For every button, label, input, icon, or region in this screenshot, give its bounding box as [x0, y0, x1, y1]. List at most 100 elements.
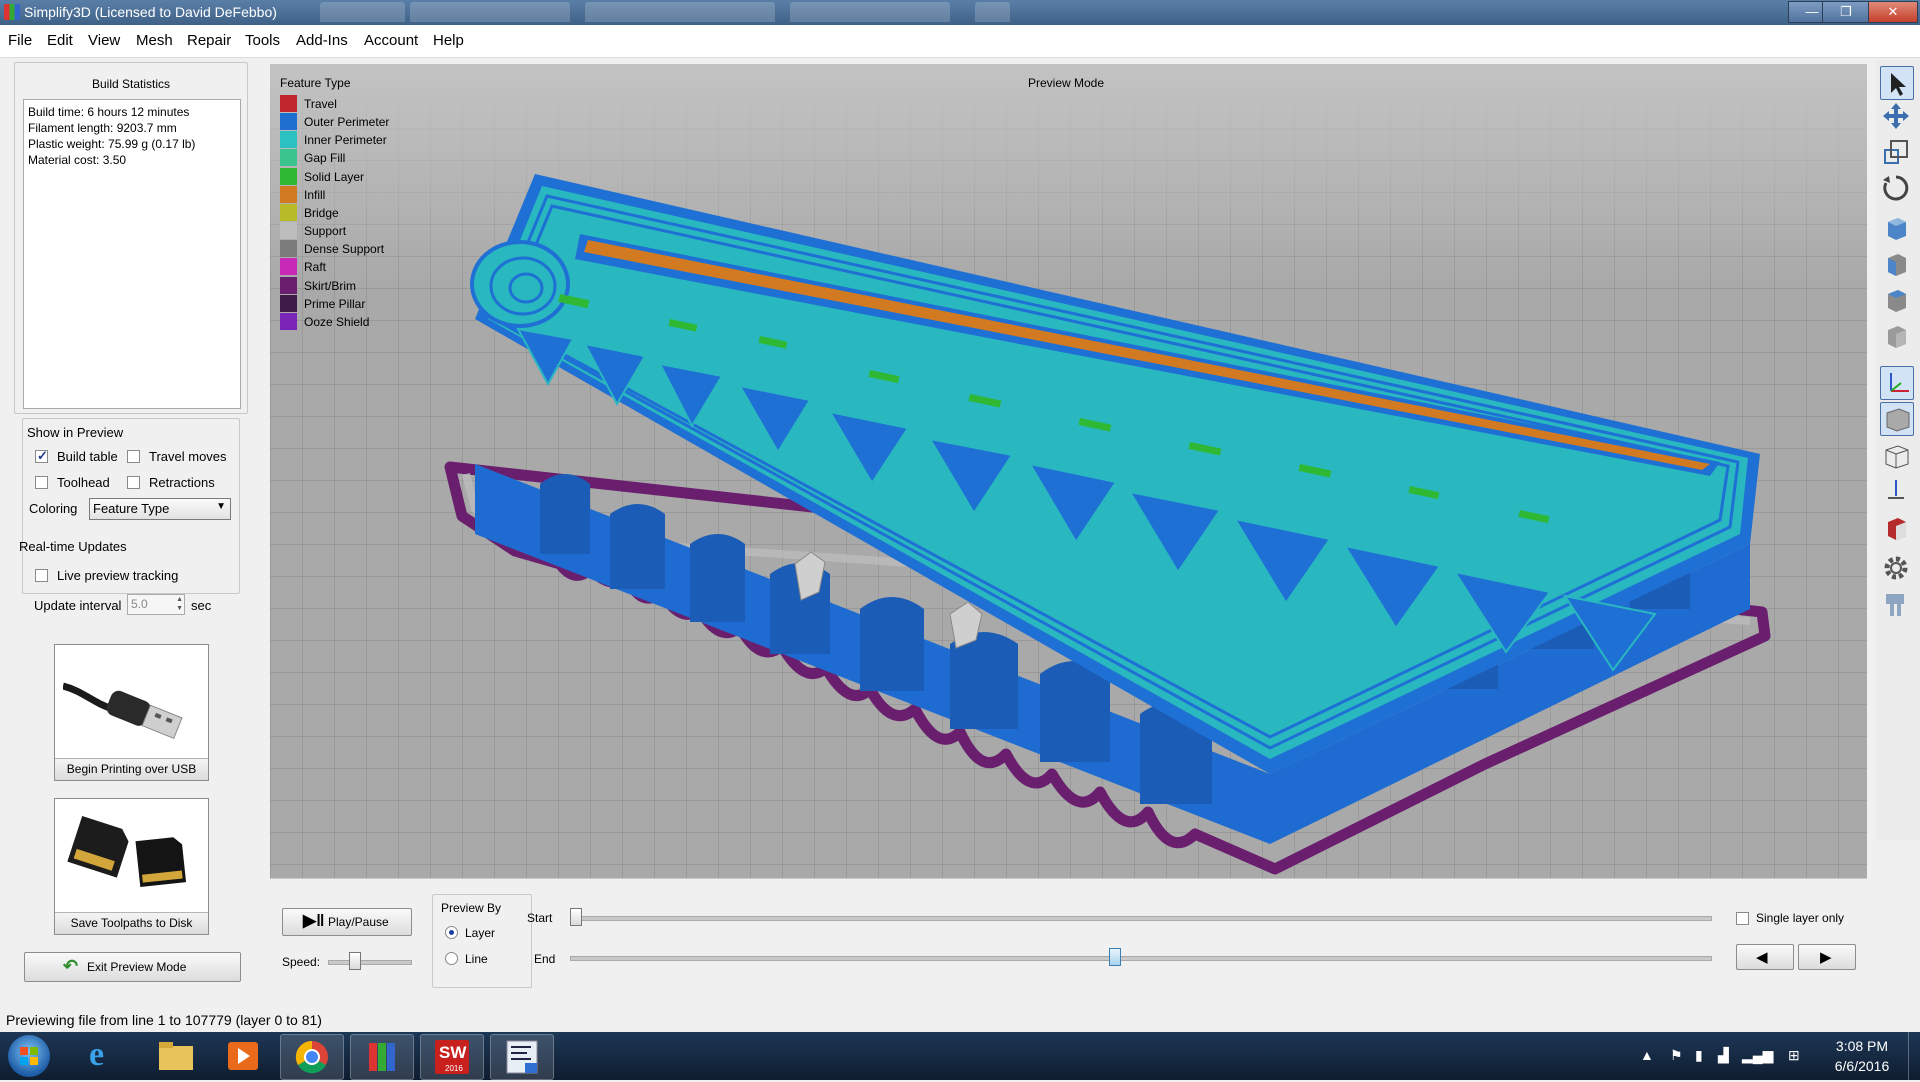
media-player-icon[interactable]	[212, 1034, 274, 1078]
clock-date[interactable]: 6/6/2016	[1828, 1058, 1896, 1074]
build-statistics-group: Build Statistics Build time: 6 hours 12 …	[14, 62, 248, 414]
status-bar: Previewing file from line 1 to 107779 (l…	[0, 1008, 1920, 1032]
live-preview-checkbox[interactable]	[35, 569, 48, 582]
retractions-checkbox[interactable]	[127, 476, 140, 489]
menu-help[interactable]: Help	[433, 32, 464, 49]
material-cost: Material cost: 3.50	[28, 153, 127, 167]
sd-card-icon	[67, 815, 187, 887]
start-slider[interactable]	[570, 916, 1712, 921]
show-in-preview-heading: Show in Preview	[27, 425, 124, 440]
menu-edit[interactable]: Edit	[47, 32, 73, 49]
end-label: End	[534, 952, 556, 966]
legend-label: Ooze Shield	[304, 314, 370, 329]
menu-file[interactable]: File	[8, 32, 32, 49]
maximize-button[interactable]: ❐	[1822, 1, 1870, 23]
menu-add-ins[interactable]: Add-Ins	[296, 32, 348, 49]
prev-arrow-icon: ◀	[1756, 949, 1768, 966]
save-toolpaths-button[interactable]: Save Toolpaths to Disk	[54, 798, 209, 935]
view-top-icon[interactable]	[1880, 284, 1912, 316]
tray-expand-icon[interactable]: ▲	[1640, 1047, 1654, 1063]
view-front-icon[interactable]	[1880, 248, 1912, 280]
layer-label: Layer	[465, 926, 496, 940]
prev-layer-button[interactable]: ◀	[1736, 944, 1794, 970]
menu-repair[interactable]: Repair	[187, 32, 231, 49]
start-orb-icon[interactable]	[8, 1035, 50, 1077]
wireframe-icon[interactable]	[1880, 440, 1912, 472]
menu-view[interactable]: View	[88, 32, 120, 49]
legend-swatch	[280, 276, 297, 294]
feature-type-legend: Travel Outer Perimeter Inner Perimeter Gap …	[270, 95, 470, 335]
preview-viewport[interactable]: Feature Type Preview Mode Travel Outer Pe…	[270, 64, 1867, 878]
line-label: Line	[465, 952, 488, 966]
toolhead-checkbox[interactable]	[35, 476, 48, 489]
chevron-down-icon: ▼	[216, 501, 226, 512]
play-pause-icon: ▶‖	[303, 911, 325, 930]
background-tab[interactable]	[320, 2, 405, 22]
live-preview-label: Live preview tracking	[57, 568, 179, 583]
scale-icon[interactable]	[1880, 136, 1912, 168]
exit-preview-button[interactable]: ↶ Exit Preview Mode	[24, 952, 241, 982]
start-slider-thumb[interactable]	[570, 908, 582, 926]
simplify3d-icon[interactable]	[350, 1034, 414, 1080]
section-icon[interactable]	[1880, 512, 1912, 544]
end-slider-thumb[interactable]	[1109, 948, 1121, 966]
show-desktop-button[interactable]	[1908, 1032, 1920, 1080]
clock-time[interactable]: 3:08 PM	[1832, 1038, 1892, 1054]
menu-mesh[interactable]: Mesh	[136, 32, 173, 49]
play-pause-button[interactable]: ▶‖ Play/Pause	[282, 908, 412, 936]
view-side-icon[interactable]	[1880, 320, 1912, 352]
solidworks-icon[interactable]: SW 2016	[420, 1034, 484, 1080]
coloring-dropdown[interactable]: Feature Type ▼	[89, 498, 231, 520]
background-tab[interactable]	[975, 2, 1010, 22]
background-tab[interactable]	[790, 2, 950, 22]
view-default-icon[interactable]	[1880, 212, 1912, 244]
axes-icon[interactable]	[1880, 366, 1914, 400]
edrawings-icon[interactable]	[490, 1034, 554, 1080]
legend-label: Outer Perimeter	[304, 115, 390, 130]
move-icon[interactable]	[1880, 100, 1912, 132]
spinner-arrows-icon[interactable]: ▲ ▼	[176, 595, 183, 613]
origin-icon[interactable]	[1880, 474, 1912, 506]
speed-slider[interactable]	[328, 960, 412, 965]
background-tab[interactable]	[585, 2, 775, 22]
file-explorer-icon[interactable]	[145, 1034, 207, 1078]
rotate-icon[interactable]	[1880, 172, 1912, 204]
action-center-icon[interactable]: ⚑	[1670, 1047, 1683, 1064]
usb-cable-icon	[63, 682, 183, 740]
chrome-icon[interactable]	[280, 1034, 344, 1080]
end-slider[interactable]	[570, 956, 1712, 961]
status-text: Previewing file from line 1 to 107779 (l…	[6, 1012, 322, 1028]
build-table-label: Build table	[57, 449, 118, 464]
exit-preview-label: Exit Preview Mode	[87, 960, 187, 974]
speed-slider-thumb[interactable]	[348, 952, 361, 970]
settings-icon[interactable]	[1880, 552, 1912, 584]
build-volume-icon[interactable]	[1880, 402, 1914, 436]
update-interval-unit: sec	[191, 598, 212, 613]
internet-explorer-icon[interactable]: e	[73, 1034, 135, 1078]
layer-radio[interactable]	[445, 926, 458, 939]
preview-by-heading: Preview By	[441, 901, 502, 915]
windows-flag-icon[interactable]: ⊞	[1788, 1047, 1800, 1064]
update-interval-spinner[interactable]: 5.0 ▲ ▼	[127, 594, 185, 615]
volume-icon[interactable]: ♪	[1765, 1047, 1772, 1063]
build-table-checkbox[interactable]	[35, 448, 48, 464]
next-layer-button[interactable]: ▶	[1798, 944, 1856, 970]
legend-label: Support	[304, 224, 347, 239]
close-button[interactable]: ✕	[1868, 1, 1918, 23]
toolhead-icon[interactable]	[1880, 588, 1912, 620]
select-icon[interactable]	[1880, 66, 1914, 100]
background-tab[interactable]	[410, 2, 570, 22]
single-layer-checkbox[interactable]	[1736, 912, 1749, 925]
begin-printing-usb-button[interactable]: Begin Printing over USB	[54, 644, 209, 781]
line-radio[interactable]	[445, 952, 458, 965]
menu-tools[interactable]: Tools	[245, 32, 280, 49]
window-title: Simplify3D (Licensed to David DeFebbo)	[24, 4, 277, 20]
network-icon[interactable]: ▟	[1718, 1047, 1729, 1064]
menu-account[interactable]: Account	[364, 32, 418, 49]
battery-icon[interactable]: ▮	[1695, 1047, 1703, 1064]
title-bar: Simplify3D (Licensed to David DeFebbo) —…	[0, 0, 1920, 25]
legend-label: Infill	[304, 187, 326, 202]
show-in-preview-group: Show in Preview Build table Travel moves…	[19, 418, 240, 594]
legend-title: Feature Type	[280, 76, 351, 90]
travel-moves-checkbox[interactable]	[127, 450, 140, 463]
